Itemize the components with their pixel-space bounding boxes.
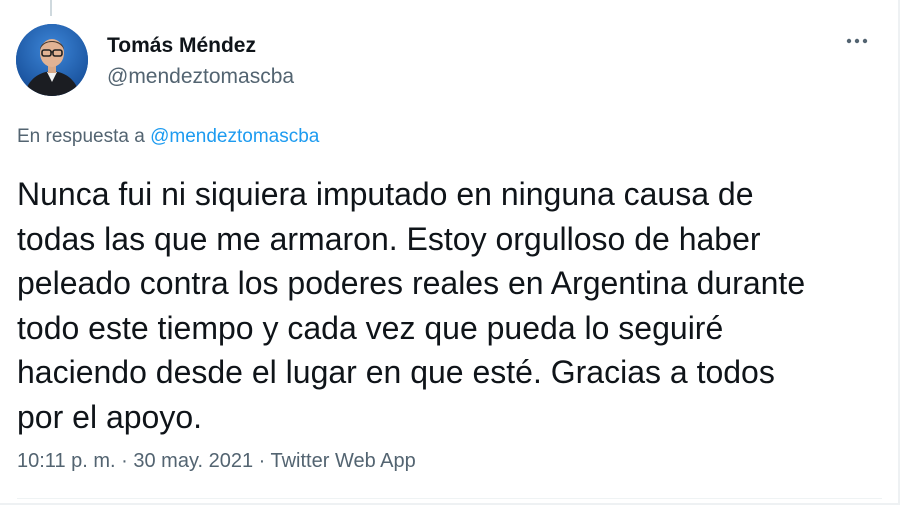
tweet-card: Tomás Méndez @mendeztomascba En respuest…	[0, 0, 900, 505]
thread-connector-line	[50, 0, 52, 16]
tweet-source-link[interactable]: Twitter Web App	[271, 450, 416, 472]
reply-to-handle-link[interactable]: @mendeztomascba	[150, 126, 319, 147]
author-handle[interactable]: @mendeztomascba	[107, 64, 294, 90]
author-block: Tomás Méndez @mendeztomascba	[107, 33, 294, 90]
meta-separator: ·	[253, 450, 271, 472]
tweet-text: Nunca fui ni siquiera imputado en ningun…	[17, 176, 806, 435]
avatar-photo	[16, 24, 88, 96]
tweet-time-link[interactable]: 10:11 p. m.	[17, 450, 116, 472]
meta-separator: ·	[115, 450, 134, 472]
more-horizontal-icon	[846, 38, 868, 44]
author-name[interactable]: Tomás Méndez	[107, 33, 294, 59]
reply-prefix: En respuesta a	[17, 126, 151, 147]
divider	[17, 498, 882, 499]
avatar[interactable]	[16, 24, 88, 96]
more-options-button[interactable]	[840, 30, 874, 52]
reply-context: En respuesta a @mendeztomascba	[17, 126, 319, 148]
tweet-date-link[interactable]: 30 may. 2021	[133, 450, 253, 472]
tweet-meta: 10:11 p. m. · 30 may. 2021 · Twitter Web…	[17, 450, 416, 473]
